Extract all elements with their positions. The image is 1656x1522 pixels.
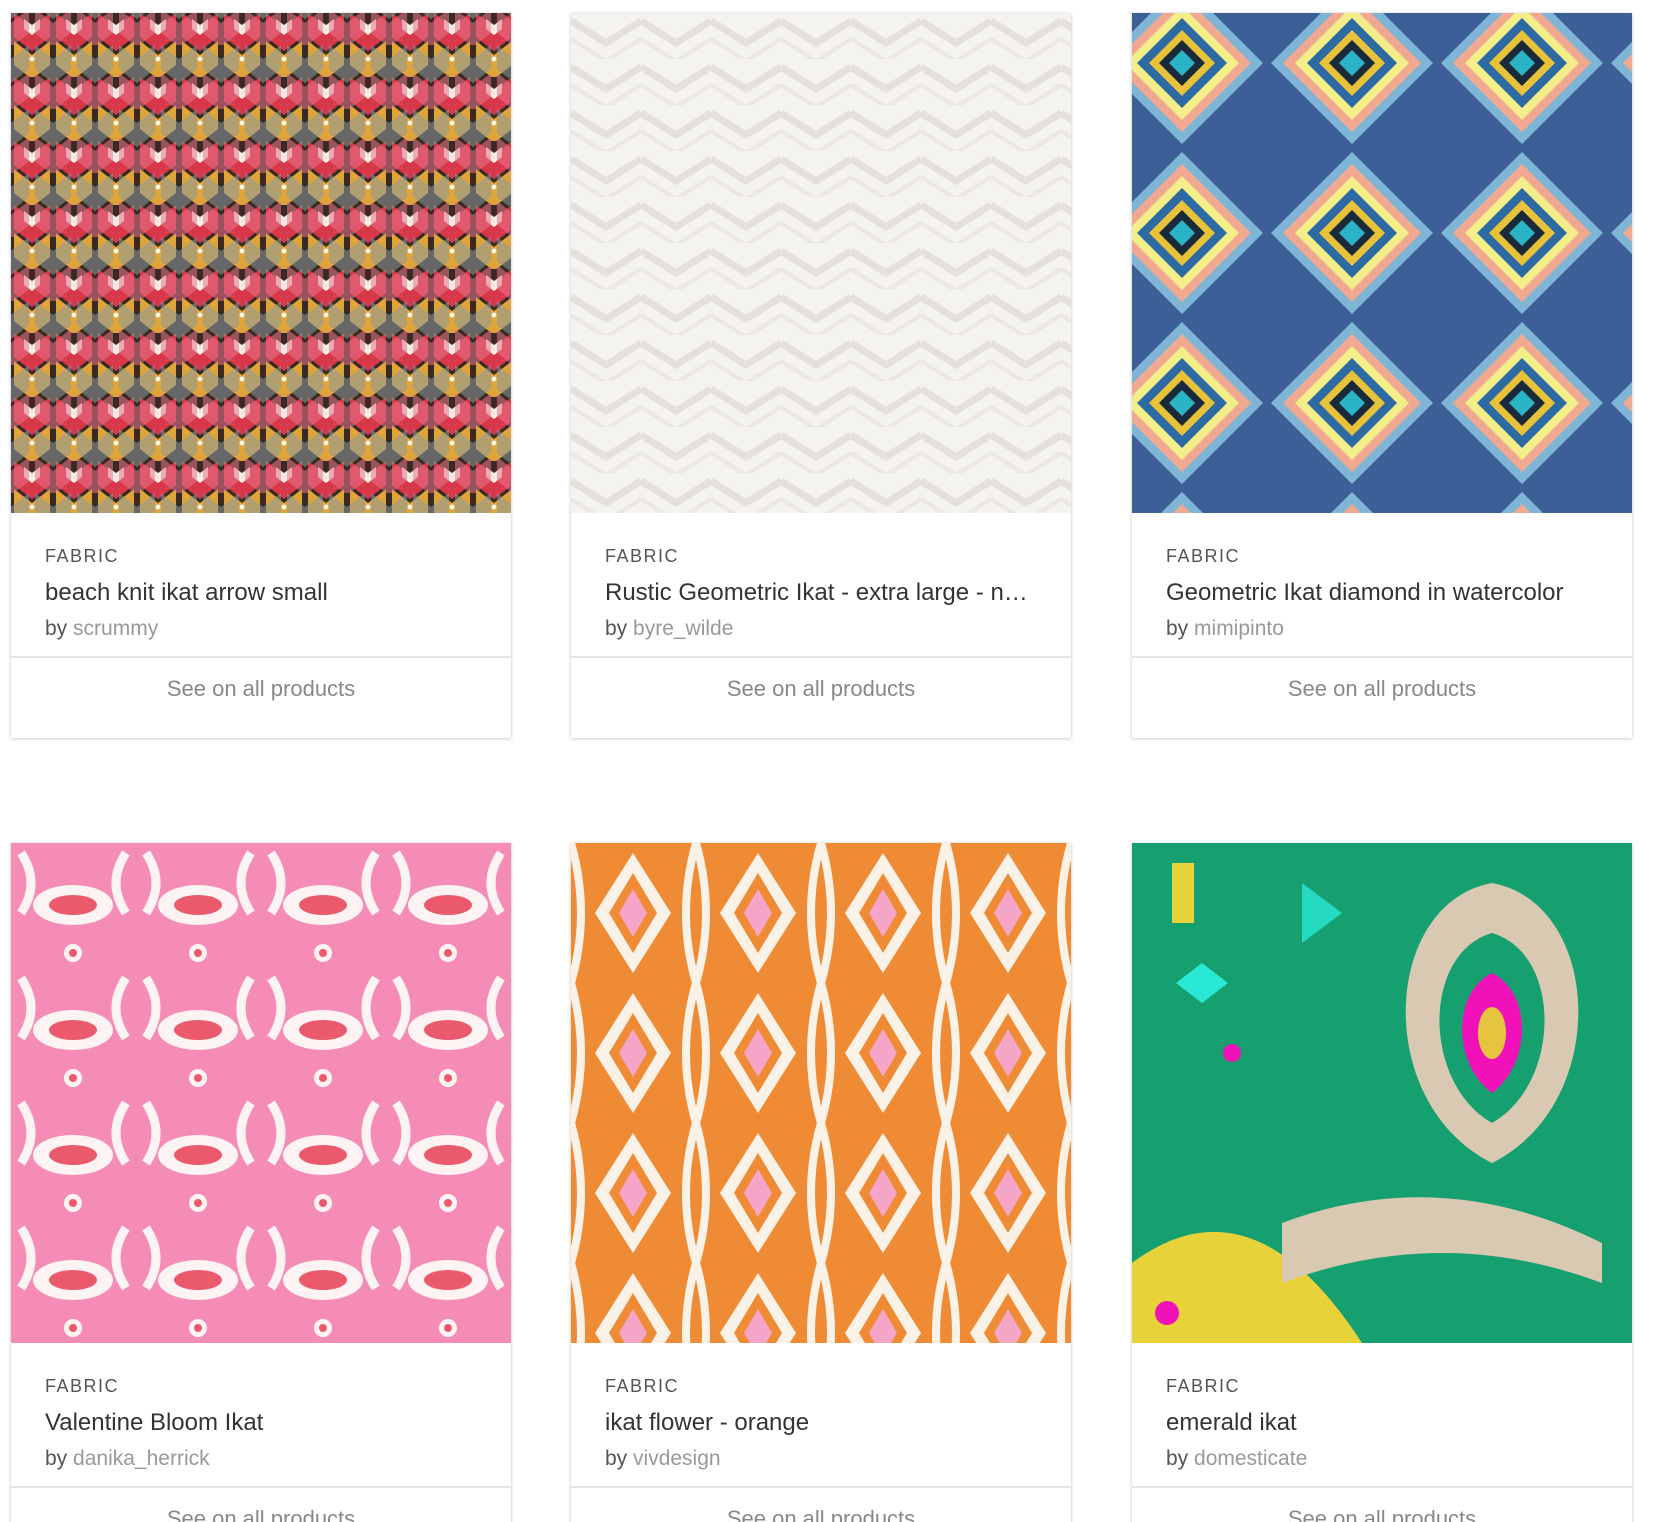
designer-link[interactable]: vivdesign — [633, 1447, 721, 1470]
product-card[interactable]: FABRIC beach knit ikat arrow small by sc… — [11, 13, 511, 738]
designer-byline: by scrummy — [45, 615, 477, 643]
designer-link[interactable]: scrummy — [73, 617, 158, 640]
product-card[interactable]: FABRIC Geometric Ikat diamond in waterco… — [1132, 13, 1632, 738]
designer-byline: by byre_wilde — [605, 615, 1037, 643]
fabric-swatch-diamond — [1132, 13, 1632, 513]
product-title[interactable]: emerald ikat — [1166, 1407, 1598, 1439]
designer-link[interactable]: mimipinto — [1194, 617, 1284, 640]
product-image-link[interactable] — [571, 843, 1071, 1343]
product-grid: FABRIC beach knit ikat arrow small by sc… — [0, 0, 1656, 1522]
fabric-swatch-chevron-cream — [571, 13, 1071, 513]
product-type-label: FABRIC — [605, 546, 680, 566]
product-title[interactable]: Geometric Ikat diamond in watercolor — [1166, 577, 1598, 609]
product-info: FABRIC ikat flower - orange by vivdesign — [571, 1343, 1071, 1488]
product-card[interactable]: FABRIC emerald ikat by domesticate See o… — [1132, 843, 1632, 1522]
designer-link[interactable]: danika_herrick — [73, 1447, 210, 1470]
by-label: by — [45, 617, 68, 640]
product-image-link[interactable] — [1132, 13, 1632, 513]
fabric-swatch-pink-bloom — [11, 843, 511, 1343]
product-info: FABRIC beach knit ikat arrow small by sc… — [11, 513, 511, 658]
see-on-all-products-link[interactable]: See on all products — [1132, 1488, 1632, 1522]
fabric-swatch-orange-flower — [571, 843, 1071, 1343]
by-label: by — [45, 1447, 68, 1470]
product-title[interactable]: Valentine Bloom Ikat — [45, 1407, 477, 1439]
product-title[interactable]: beach knit ikat arrow small — [45, 577, 477, 609]
product-type-label: FABRIC — [45, 1376, 120, 1396]
by-label: by — [1166, 617, 1189, 640]
product-image-link[interactable] — [11, 843, 511, 1343]
see-on-all-products-link[interactable]: See on all products — [1132, 658, 1632, 718]
product-card[interactable]: FABRIC ikat flower - orange by vivdesign… — [571, 843, 1071, 1522]
product-type-label: FABRIC — [1166, 546, 1241, 566]
fabric-swatch-arrows — [11, 13, 511, 513]
by-label: by — [1166, 1447, 1189, 1470]
see-on-all-products-link[interactable]: See on all products — [571, 658, 1071, 718]
product-info: FABRIC emerald ikat by domesticate — [1132, 1343, 1632, 1488]
designer-byline: by mimipinto — [1166, 615, 1598, 643]
designer-byline: by domesticate — [1166, 1445, 1598, 1473]
product-image-link[interactable] — [11, 13, 511, 513]
by-label: by — [605, 617, 628, 640]
product-info: FABRIC Geometric Ikat diamond in waterco… — [1132, 513, 1632, 658]
designer-byline: by danika_herrick — [45, 1445, 477, 1473]
product-type-label: FABRIC — [605, 1376, 680, 1396]
product-title[interactable]: ikat flower - orange — [605, 1407, 1037, 1439]
product-type-label: FABRIC — [1166, 1376, 1241, 1396]
designer-byline: by vivdesign — [605, 1445, 1037, 1473]
product-title[interactable]: Rustic Geometric Ikat - extra large - ne… — [605, 577, 1037, 609]
product-card[interactable]: FABRIC Rustic Geometric Ikat - extra lar… — [571, 13, 1071, 738]
product-info: FABRIC Valentine Bloom Ikat by danika_he… — [11, 1343, 511, 1488]
fabric-swatch-emerald — [1132, 843, 1632, 1343]
by-label: by — [605, 1447, 628, 1470]
designer-link[interactable]: byre_wilde — [633, 617, 733, 640]
product-image-link[interactable] — [1132, 843, 1632, 1343]
see-on-all-products-link[interactable]: See on all products — [11, 1488, 511, 1522]
see-on-all-products-link[interactable]: See on all products — [571, 1488, 1071, 1522]
see-on-all-products-link[interactable]: See on all products — [11, 658, 511, 718]
designer-link[interactable]: domesticate — [1194, 1447, 1307, 1470]
product-image-link[interactable] — [571, 13, 1071, 513]
product-info: FABRIC Rustic Geometric Ikat - extra lar… — [571, 513, 1071, 658]
product-card[interactable]: FABRIC Valentine Bloom Ikat by danika_he… — [11, 843, 511, 1522]
product-type-label: FABRIC — [45, 546, 120, 566]
